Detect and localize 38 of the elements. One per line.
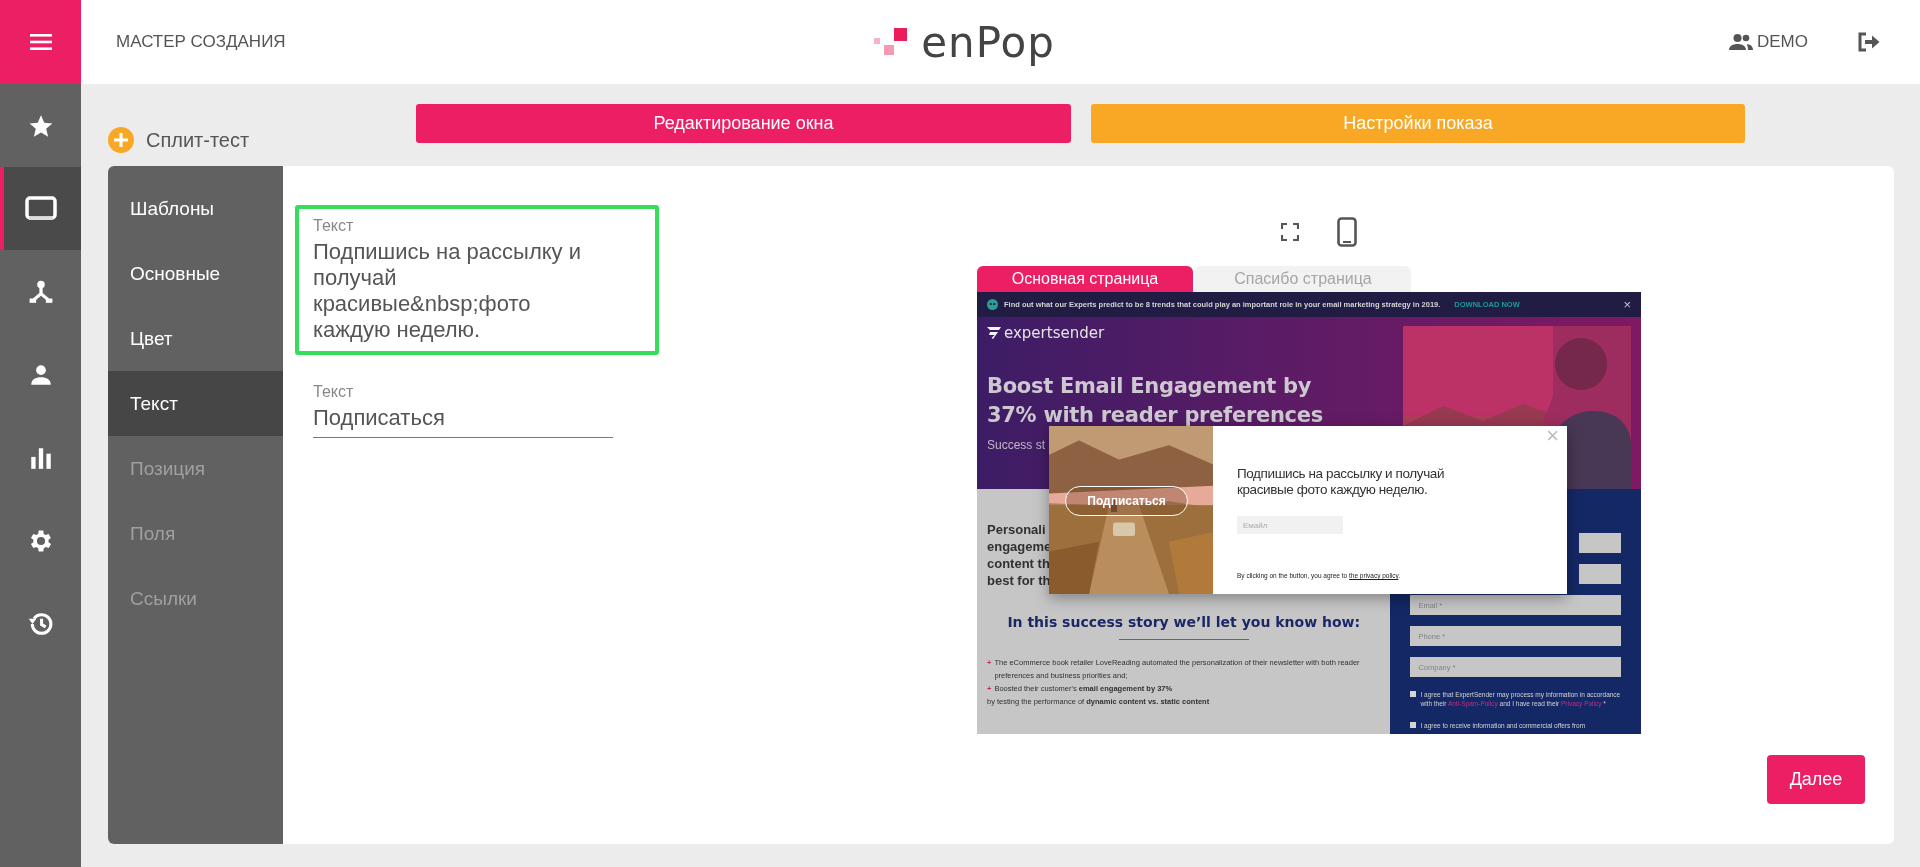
article-heading: engageme [987,538,1052,555]
popup-text: Подпишись на рассылку и получай красивые фото каждую неделю. [1237,466,1446,498]
logo-text: expertsender [1004,324,1105,342]
page-title: МАСТЕР СОЗДАНИЯ [116,32,286,52]
checkbox[interactable] [1410,722,1417,728]
close-icon[interactable]: × [1623,297,1631,312]
submenu-item[interactable]: Цвет [108,306,283,371]
text-field[interactable]: Текст Подпишись на рассылку и получай красивые&nbsp;фото каждую неделю. [295,205,659,355]
user-button[interactable]: DEMO [1729,32,1808,52]
split-test-label[interactable]: Сплит-тест [146,128,250,152]
next-button[interactable]: Далее [1767,755,1865,804]
users-icon [1729,33,1753,51]
menu-icon [29,34,52,50]
checkbox[interactable] [1410,691,1417,697]
article-heading: content th [987,555,1050,572]
logout-icon[interactable] [1858,32,1880,52]
submenu-item[interactable]: Шаблоны [108,176,283,241]
preview-tab[interactable]: Спасибо страница [1195,266,1411,292]
mode-button[interactable]: Редактирование окна [416,104,1071,143]
mobile-icon[interactable] [1337,217,1357,247]
network-icon [27,278,54,305]
subscribe-button[interactable]: Подписаться [1065,486,1188,516]
input-field[interactable] [1579,533,1621,553]
submenu-item[interactable]: Текст [108,371,283,436]
input-field[interactable] [1579,564,1621,584]
hero-title: Boost Email Engagement by [987,373,1313,400]
hero-title: 37% with reader preferences [987,402,1324,429]
preview-tab[interactable]: Основная страница [977,266,1193,292]
section-heading: In this success story we’ll let you know how: [1006,614,1362,630]
fullscreen-icon[interactable] [1281,223,1299,241]
submenu-item[interactable]: Основные [108,241,283,306]
article-heading: Personali [987,521,1046,538]
logo-text: enPop [921,17,1055,67]
hero-subtitle: Success st [987,438,1047,452]
logo-icon [987,327,1001,339]
email-field[interactable]: Емайл [1237,516,1343,534]
text-field[interactable]: Текст Подписаться [313,383,613,438]
monitor-icon [24,195,57,222]
